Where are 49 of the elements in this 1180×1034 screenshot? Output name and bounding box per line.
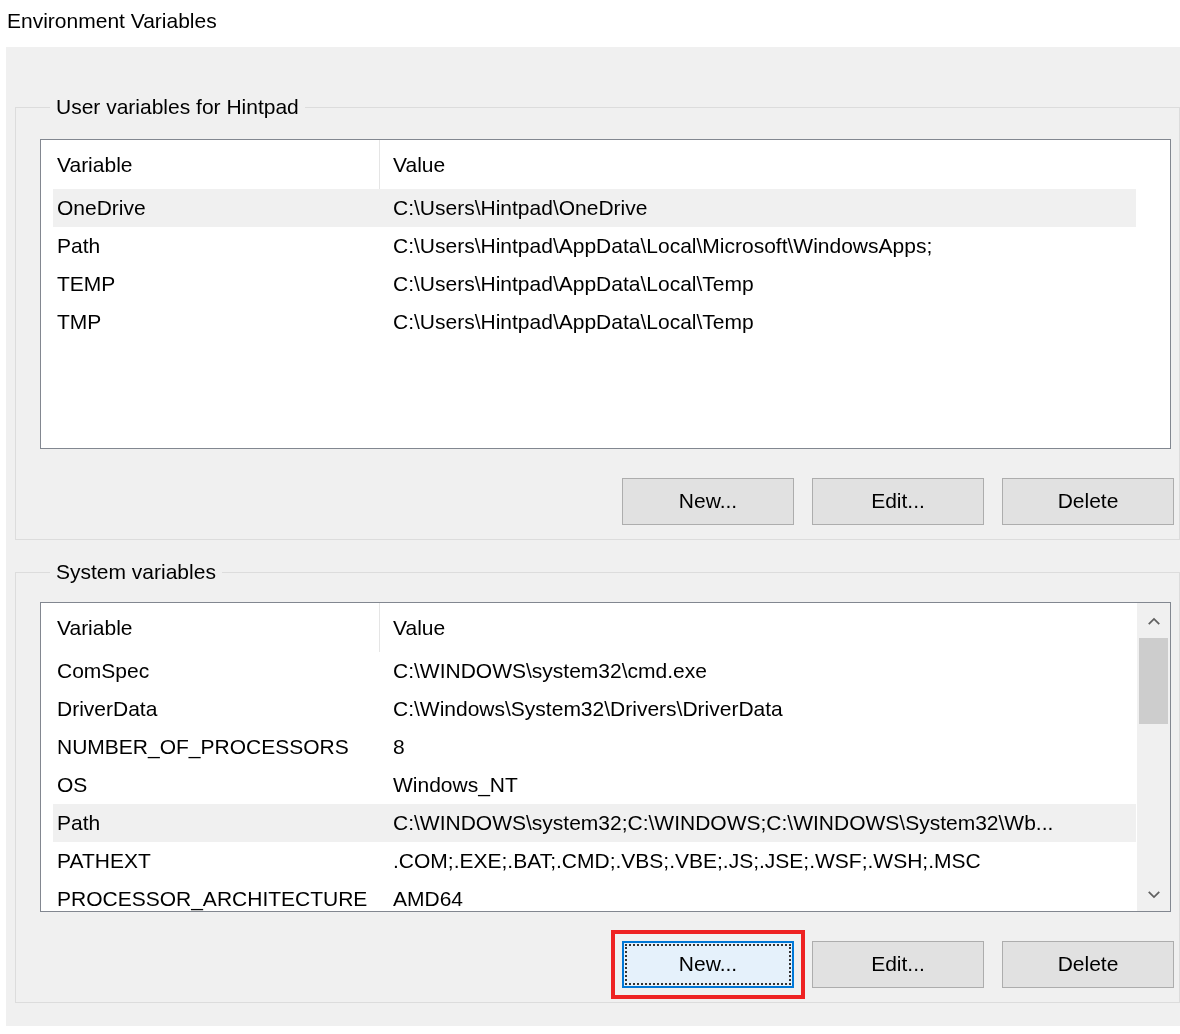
- dialog-button[interactable]: New...: [622, 940, 794, 988]
- dialog-button[interactable]: New...: [622, 477, 794, 525]
- variable-row[interactable]: OneDrive C:\Users\Hintpad\OneDrive: [53, 189, 1136, 227]
- variable-value: C:\Users\Hintpad\AppData\Local\Microsoft\WindowsApps;: [392, 234, 933, 258]
- variable-value: C:\Users\Hintpad\AppData\Local\Temp: [392, 272, 754, 296]
- scroll-down-icon[interactable]: [1146, 890, 1161, 899]
- dialog-button[interactable]: Edit...: [812, 940, 984, 988]
- variable-name: PROCESSOR_ARCHITECTURE: [56, 887, 369, 911]
- column-header[interactable]: Variable: [53, 603, 380, 652]
- variable-name: Path: [56, 234, 102, 258]
- variable-name: TEMP: [56, 272, 117, 296]
- variable-row[interactable]: TEMP C:\Users\Hintpad\AppData\Local\Temp: [53, 265, 1136, 303]
- variable-value: C:\WINDOWS\system32;C:\WINDOWS;C:\WINDOWS\System32\Wb...: [392, 811, 1054, 835]
- variable-row[interactable]: OS Windows_NT: [53, 766, 1136, 804]
- variable-row[interactable]: Path C:\Users\Hintpad\AppData\Local\Microsoft\WindowsApps;: [53, 227, 1136, 265]
- variable-name: ComSpec: [56, 659, 151, 683]
- scrollbar-thumb[interactable]: [1139, 638, 1168, 724]
- variable-value: C:\Users\Hintpad\OneDrive: [392, 196, 648, 220]
- variable-value: C:\Windows\System32\Drivers\DriverData: [392, 697, 783, 721]
- variable-row[interactable]: ComSpec C:\WINDOWS\system32\cmd.exe: [53, 652, 1136, 690]
- variable-row[interactable]: PATHEXT .COM;.EXE;.BAT;.CMD;.VBS;.VBE;.JS;.JSE;.WSF;.WSH;.MSC: [53, 842, 1136, 880]
- group-title: System variables: [55, 560, 217, 584]
- dialog-button[interactable]: Edit...: [812, 477, 984, 525]
- scroll-up-icon[interactable]: [1146, 617, 1161, 626]
- variable-name: OneDrive: [56, 196, 147, 220]
- variable-value: C:\Users\Hintpad\AppData\Local\Temp: [392, 310, 754, 334]
- variable-row[interactable]: Path C:\WINDOWS\system32;C:\WINDOWS;C:\WINDOWS\System32\Wb...: [53, 804, 1136, 842]
- variable-name: DriverData: [56, 697, 159, 721]
- window-title: Environment Variables: [6, 8, 218, 34]
- variable-row[interactable]: PROCESSOR_ARCHITECTURE AMD64: [53, 880, 1136, 911]
- variable-name: NUMBER_OF_PROCESSORS: [56, 735, 350, 759]
- variable-name: TMP: [56, 310, 103, 334]
- variable-value: AMD64: [392, 887, 464, 911]
- variable-name: Path: [56, 811, 102, 835]
- variable-value: 8: [392, 735, 405, 759]
- variable-value: .COM;.EXE;.BAT;.CMD;.VBS;.VBE;.JS;.JSE;.WSF;.WSH;.MSC: [392, 849, 981, 873]
- dialog-button[interactable]: Delete: [1002, 477, 1174, 525]
- variable-row[interactable]: TMP C:\Users\Hintpad\AppData\Local\Temp: [53, 303, 1136, 341]
- variable-name: PATHEXT: [56, 849, 152, 873]
- dialog-button[interactable]: Delete: [1002, 940, 1174, 988]
- scrollbar[interactable]: [1137, 603, 1170, 911]
- group-title: User variables for Hintpad: [55, 95, 300, 119]
- column-header[interactable]: Value: [380, 140, 446, 189]
- column-header[interactable]: Value: [380, 603, 446, 652]
- variable-row[interactable]: NUMBER_OF_PROCESSORS 8: [53, 728, 1136, 766]
- variable-value: Windows_NT: [392, 773, 518, 797]
- variable-row[interactable]: DriverData C:\Windows\System32\Drivers\DriverData: [53, 690, 1136, 728]
- variable-name: OS: [56, 773, 89, 797]
- variable-value: C:\WINDOWS\system32\cmd.exe: [392, 659, 707, 683]
